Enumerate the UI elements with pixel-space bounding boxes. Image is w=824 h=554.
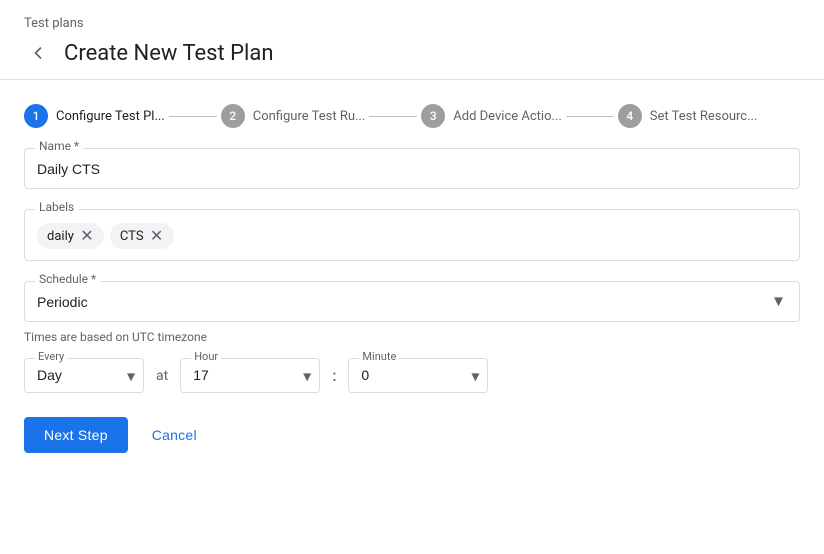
- periodic-row: Every Day Hour Week ▾ at Hour 17 0 1 2 3…: [24, 358, 800, 393]
- step-connector-2: [369, 116, 417, 117]
- page-title: Create New Test Plan: [64, 41, 274, 66]
- chip-cts: CTS ✕: [110, 223, 174, 249]
- every-dropdown-icon: ▾: [127, 366, 135, 385]
- chip-cts-remove[interactable]: ✕: [148, 227, 166, 245]
- colon-separator: :: [332, 366, 336, 385]
- step-1-label: Configure Test Pl...: [56, 109, 165, 124]
- name-field-group: Name *: [24, 148, 800, 189]
- schedule-select-wrapper: Periodic One-time ▾: [37, 290, 787, 311]
- chip-cts-text: CTS: [120, 229, 144, 244]
- cancel-button[interactable]: Cancel: [144, 417, 205, 453]
- labels-label: Labels: [35, 200, 78, 214]
- hour-dropdown-icon: ▾: [303, 366, 311, 385]
- chip-daily-text: daily: [47, 229, 74, 244]
- header-divider: [0, 79, 824, 80]
- name-label: Name *: [35, 139, 83, 153]
- step-2-circle: 2: [221, 104, 245, 128]
- step-3-circle: 3: [421, 104, 445, 128]
- breadcrumb: Test plans: [0, 0, 824, 31]
- step-2: 2 Configure Test Ru...: [221, 104, 366, 128]
- every-group: Every Day Hour Week ▾: [24, 358, 144, 393]
- form: Name * Labels daily ✕ CTS ✕ Schedule * P…: [0, 148, 824, 393]
- step-connector-3: [566, 116, 614, 117]
- step-4-circle: 4: [618, 104, 642, 128]
- schedule-select[interactable]: Periodic One-time: [37, 290, 787, 310]
- schedule-label: Schedule *: [35, 272, 100, 286]
- step-1-circle: 1: [24, 104, 48, 128]
- hour-select[interactable]: 17 0 1 2 3: [193, 367, 283, 383]
- chip-daily: daily ✕: [37, 223, 104, 249]
- back-button[interactable]: [24, 39, 52, 67]
- minute-dropdown-icon: ▾: [471, 366, 479, 385]
- step-4-label: Set Test Resourc...: [650, 109, 758, 124]
- hour-group: Hour 17 0 1 2 3 ▾: [180, 358, 320, 393]
- minute-select[interactable]: 0 5 10 15 30: [361, 367, 451, 383]
- labels-field-group: Labels daily ✕ CTS ✕: [24, 209, 800, 261]
- step-4: 4 Set Test Resourc...: [618, 104, 758, 128]
- labels-container: daily ✕ CTS ✕: [37, 218, 787, 250]
- step-2-label: Configure Test Ru...: [253, 109, 366, 124]
- schedule-field-group: Schedule * Periodic One-time ▾: [24, 281, 800, 322]
- step-3: 3 Add Device Actio...: [421, 104, 562, 128]
- actions-row: Next Step Cancel: [0, 417, 824, 453]
- step-1: 1 Configure Test Pl...: [24, 104, 165, 128]
- timezone-note: Times are based on UTC timezone: [24, 330, 800, 344]
- stepper: 1 Configure Test Pl... 2 Configure Test …: [0, 96, 824, 148]
- hour-label: Hour: [191, 350, 221, 363]
- step-connector-1: [169, 116, 217, 117]
- every-label: Every: [35, 350, 67, 363]
- at-label: at: [156, 368, 168, 384]
- next-step-button[interactable]: Next Step: [24, 417, 128, 453]
- chip-daily-remove[interactable]: ✕: [78, 227, 96, 245]
- minute-group: Minute 0 5 10 15 30 ▾: [348, 358, 488, 393]
- name-input[interactable]: [37, 157, 787, 177]
- minute-label: Minute: [359, 350, 399, 363]
- every-select[interactable]: Day Hour Week: [37, 367, 107, 383]
- step-3-label: Add Device Actio...: [453, 109, 562, 124]
